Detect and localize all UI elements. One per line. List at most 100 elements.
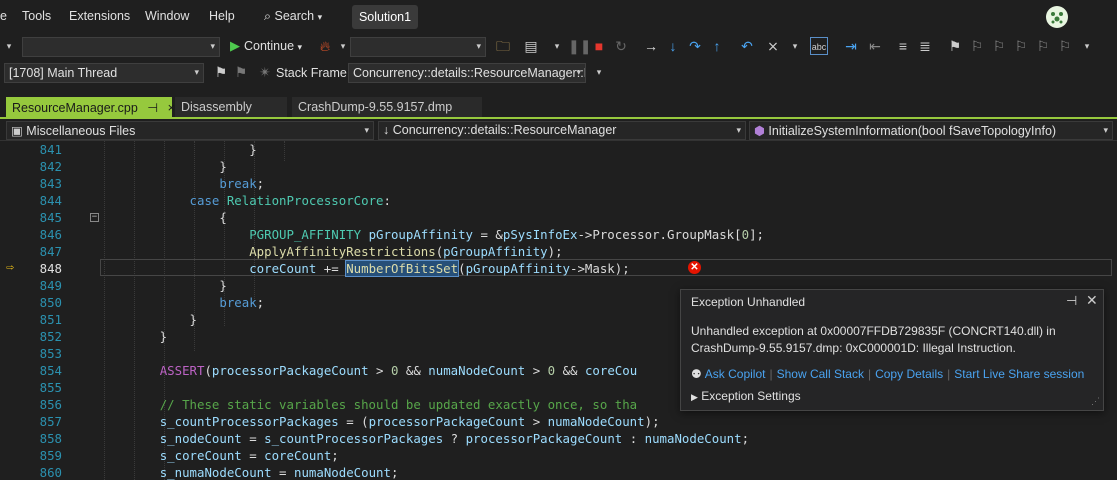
menu-item-window[interactable]: Window — [145, 9, 189, 23]
code-text: } — [100, 278, 227, 293]
hot-reload-icon[interactable]: 🔥︎ — [316, 37, 334, 55]
chevron-down-icon: ▾ — [1103, 125, 1108, 135]
step-back-icon[interactable]: ↶ — [738, 37, 756, 55]
search-button[interactable]: ⌕ Search ▾ — [264, 9, 322, 24]
menu-item-extensions[interactable]: Extensions — [69, 9, 130, 23]
resize-grip-icon[interactable]: ⋰ — [1091, 396, 1100, 407]
chevron-down-icon: ▾ — [736, 125, 741, 135]
indent-icon[interactable]: ⇥ — [842, 37, 860, 55]
previous-bookmark-icon[interactable]: ⚐ — [968, 37, 986, 55]
comment-icon[interactable]: ≡ — [894, 37, 912, 55]
tab-label: ResourceManager.cpp — [12, 101, 138, 115]
tab-crashdump[interactable]: CrashDump-9.55.9157.dmp — [292, 97, 482, 118]
outdent-icon[interactable]: ⇤ — [866, 37, 884, 55]
avatar[interactable] — [1046, 6, 1068, 28]
show-call-stack-link[interactable]: Show Call Stack — [777, 367, 864, 381]
code-text: { — [100, 210, 227, 225]
exception-message: Unhandled exception at 0x00007FFDB729835… — [691, 324, 1056, 355]
chevron-down-icon[interactable]: ▾ — [1078, 37, 1096, 55]
code-text: } — [100, 329, 168, 344]
continue-button[interactable]: ▶ Continue ▾ — [230, 38, 302, 54]
spell-check-icon[interactable]: abc — [810, 37, 828, 55]
code-text: PGROUP_AFFINITY pGroupAffinity = &pSysIn… — [249, 227, 764, 242]
solution-name[interactable]: Solution1 — [352, 5, 418, 29]
suspend-icon[interactable]: ✴ — [256, 63, 274, 81]
scope-dropdown[interactable]: ↓ Concurrency::details::ResourceManager … — [378, 121, 746, 140]
line-number: 841 — [39, 142, 62, 157]
next-bookmark-icon[interactable]: ⚐ — [990, 37, 1008, 55]
ask-copilot-link[interactable]: Ask Copilot — [705, 367, 766, 381]
pause-icon[interactable]: ❚❚ — [568, 37, 591, 55]
code-text: ApplyAffinityRestrictions(pGroupAffinity… — [249, 244, 563, 259]
search-label: Search — [274, 9, 315, 23]
tab-label: CrashDump-9.55.9157.dmp — [298, 100, 453, 114]
pin-icon[interactable]: ⊣ — [147, 101, 158, 115]
menu-bar: e Tools Extensions Window Help ⌕ Search … — [0, 0, 1117, 34]
line-number: 842 — [39, 159, 62, 174]
search-icon: ⌕ — [264, 9, 272, 23]
clear-bookmarks-icon[interactable]: ⚐ — [1034, 37, 1052, 55]
restart-icon[interactable]: ↻ — [612, 37, 630, 55]
chevron-down-icon[interactable]: ▾ — [590, 63, 608, 81]
menu-item-tools[interactable]: Tools — [22, 9, 51, 23]
collapse-icon[interactable]: − — [90, 213, 99, 222]
code-line: 846 PGROUP_AFFINITY pGroupAffinity = &pS… — [0, 226, 1117, 243]
stop-icon[interactable]: ■ — [590, 37, 608, 55]
tab-disassembly[interactable]: Disassembly — [175, 97, 287, 118]
bookmark-window-icon[interactable]: ⚐ — [1056, 37, 1074, 55]
chevron-down-icon: ▾ — [317, 12, 323, 22]
exception-settings-toggle[interactable]: ▶ Exception Settings — [691, 389, 801, 403]
code-line: 860 s_numaNodeCount = numaNodeCount; — [0, 464, 1117, 480]
diagnostics-icon[interactable]: ⨯ — [764, 37, 782, 55]
step-into-icon[interactable]: ↓ — [664, 37, 682, 55]
stack-frame-dropdown[interactable]: Concurrency::details::ResourceManager::I… — [348, 63, 586, 83]
pin-icon[interactable]: ⊣ — [1066, 293, 1077, 309]
folder-icon[interactable]: 🗀︎ — [494, 37, 512, 55]
line-number: 853 — [39, 346, 62, 361]
line-number: 848 — [39, 261, 62, 276]
menu-item-help[interactable]: Help — [209, 9, 235, 23]
close-icon[interactable]: × — [168, 101, 175, 115]
chevron-down-icon: ▾ — [476, 41, 481, 51]
code-text: case RelationProcessorCore: — [189, 193, 391, 208]
show-next-statement-icon[interactable]: → — [642, 37, 660, 55]
line-number: 860 — [39, 465, 62, 480]
close-icon[interactable]: ✕ — [1086, 292, 1098, 309]
exception-title: Exception Unhandled — [691, 295, 806, 309]
code-line: 858 s_nodeCount = s_countProcessorPackag… — [0, 430, 1117, 447]
exception-actions: ⚉ Ask Copilot | Show Call Stack | Copy Detail… — [691, 367, 1084, 381]
threads-icon[interactable]: ⚑ — [232, 63, 250, 81]
separator: | — [769, 367, 773, 381]
project-dropdown[interactable]: ▣ Miscellaneous Files ▾ — [6, 121, 374, 140]
line-number: 849 — [39, 278, 62, 293]
member-dropdown[interactable]: ⬢ InitializeSystemInformation(bool fSave… — [749, 121, 1113, 140]
chevron-down-icon[interactable]: ▾ — [548, 37, 566, 55]
bookmark-icon[interactable]: ⚑ — [946, 37, 964, 55]
method-icon: ⬢ — [754, 124, 765, 138]
menu-item-edit[interactable]: e — [0, 9, 7, 23]
line-number: 851 — [39, 312, 62, 327]
step-out-icon[interactable]: ↑ — [708, 37, 726, 55]
code-text: break; — [219, 295, 265, 310]
line-number: 854 — [39, 363, 62, 378]
code-line: 842 } — [0, 158, 1117, 175]
tab-resourcemanager-cpp[interactable]: ResourceManager.cpp ⊣ × — [6, 97, 175, 118]
flag-icon[interactable]: ⚑ — [212, 63, 230, 81]
thread-dropdown[interactable]: [1708] Main Thread ▾ — [4, 63, 204, 83]
bookmark-folder-icon[interactable]: ⚐ — [1012, 37, 1030, 55]
live-share-link[interactable]: Start Live Share session — [954, 367, 1084, 381]
uncomment-icon[interactable]: ≣ — [916, 37, 934, 55]
error-icon[interactable]: ✕ — [688, 261, 701, 274]
copy-details-link[interactable]: Copy Details — [875, 367, 943, 381]
configuration-dropdown[interactable]: ▾ — [22, 37, 220, 57]
window-icon[interactable]: ▤ — [522, 37, 540, 55]
process-dropdown[interactable]: ▾ — [350, 37, 486, 57]
code-text: s_countProcessorPackages = (processorPac… — [159, 414, 660, 429]
play-icon: ▶ — [230, 38, 240, 53]
chevron-down-icon[interactable]: ▾ — [786, 37, 804, 55]
debug-toolbar: ▾ ▾ ▶ Continue ▾ 🔥︎ ▾ ▾ 🗀︎ ▤ ▾ ❚❚ ■ ↻ → ↓… — [0, 34, 1117, 60]
step-over-icon[interactable]: ↷ — [686, 37, 704, 55]
misc-files-icon: ▣ — [11, 124, 23, 138]
chevron-down-icon[interactable]: ▾ — [0, 37, 18, 55]
code-line: 857 s_countProcessorPackages = (processo… — [0, 413, 1117, 430]
